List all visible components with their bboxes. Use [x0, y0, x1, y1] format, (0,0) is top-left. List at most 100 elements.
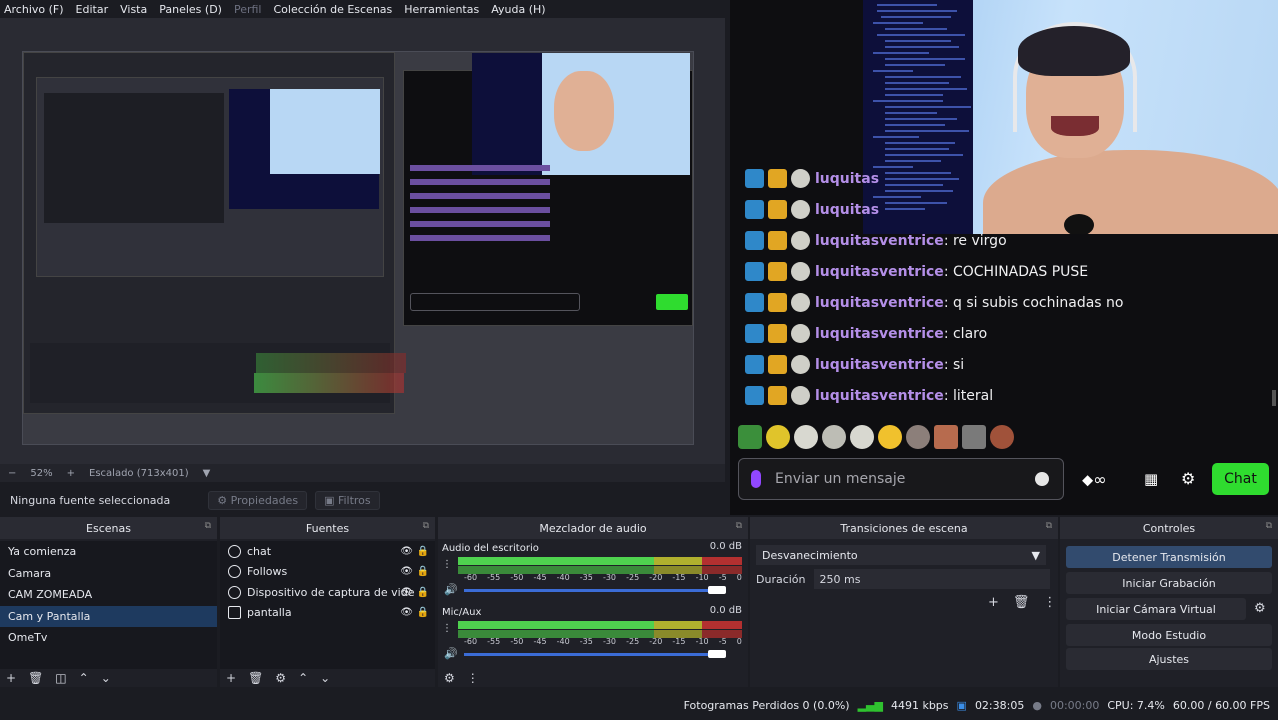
preview-canvas[interactable]: [22, 51, 694, 445]
chat-username[interactable]: luquitasventrice: [815, 388, 944, 404]
visibility-eye-icon[interactable]: 👁: [400, 566, 413, 577]
emote-icon[interactable]: [990, 425, 1014, 449]
zoom-level[interactable]: 52%: [30, 468, 52, 479]
add-transition-icon[interactable]: +: [988, 595, 999, 610]
remove-scene-icon[interactable]: 🗑: [28, 671, 43, 685]
menu-herramientas[interactable]: Herramientas: [404, 3, 479, 16]
move-down-icon[interactable]: ⌄: [101, 671, 111, 685]
menu-archivo[interactable]: Archivo (F): [4, 3, 64, 16]
mixer-settings-icon[interactable]: ⚙: [444, 671, 455, 685]
source-item[interactable]: Follows 👁 🔒: [220, 562, 435, 583]
settings-button[interactable]: Ajustes: [1066, 648, 1272, 670]
properties-button[interactable]: ⚙ Propiedades: [208, 490, 308, 510]
source-item[interactable]: pantalla 👁 🔒: [220, 603, 435, 624]
remove-transition-icon[interactable]: 🗑: [1013, 595, 1030, 610]
chat-username[interactable]: luquitasventrice: [815, 326, 944, 342]
signal-strength-icon: ▂▄▆: [857, 698, 883, 712]
chat-settings-icon[interactable]: ⚙: [1181, 469, 1195, 488]
menu-editar[interactable]: Editar: [76, 3, 109, 16]
studio-mode-button[interactable]: Modo Estudio: [1066, 624, 1272, 646]
menu-perfil[interactable]: Perfil: [234, 3, 262, 16]
visibility-eye-icon[interactable]: 👁: [400, 546, 413, 557]
crown-badge-icon: [768, 200, 787, 219]
menu-ayuda[interactable]: Ayuda (H): [491, 3, 545, 16]
scale-tick: 0: [736, 573, 742, 582]
remove-source-icon[interactable]: 🗑: [248, 671, 263, 685]
add-scene-icon[interactable]: +: [6, 671, 16, 685]
move-up-icon[interactable]: ⌃: [298, 671, 308, 685]
emote-icon[interactable]: [906, 425, 930, 449]
dock-undock-icon[interactable]: ⧉: [423, 521, 429, 531]
scene-item[interactable]: CAM ZOMEADA: [0, 584, 217, 606]
chat-message: luquitasventrice : si: [745, 355, 964, 374]
chat-username[interactable]: luquitas: [815, 171, 879, 187]
volume-fader[interactable]: [464, 650, 726, 658]
scale-dropdown-icon[interactable]: ▼: [203, 468, 211, 479]
chat-username[interactable]: luquitasventrice: [815, 357, 944, 373]
emote-icon[interactable]: [794, 425, 818, 449]
dock-undock-icon[interactable]: ⧉: [205, 521, 211, 531]
zoom-in-button[interactable]: +: [67, 468, 75, 479]
emote-icon[interactable]: [766, 425, 790, 449]
speaker-icon[interactable]: 🔊: [444, 647, 458, 660]
emote-icon[interactable]: [934, 425, 958, 449]
scene-item[interactable]: OmeTv: [0, 627, 217, 649]
scene-item[interactable]: Ya comienza: [0, 541, 217, 563]
dock-undock-icon[interactable]: ⧉: [1266, 521, 1272, 531]
stop-stream-button[interactable]: Detener Transmisión: [1066, 546, 1272, 568]
transition-menu-icon[interactable]: ⋮: [1043, 595, 1056, 610]
chat-username[interactable]: luquitasventrice: [815, 233, 944, 249]
filters-button[interactable]: ▣ Filtros: [315, 490, 380, 510]
move-up-icon[interactable]: ⌃: [79, 671, 89, 685]
scene-item-selected[interactable]: Cam y Pantalla: [0, 605, 217, 627]
start-recording-button[interactable]: Iniciar Grabación: [1066, 572, 1272, 594]
fader-knob[interactable]: [708, 586, 726, 594]
start-virtual-camera-button[interactable]: Iniciar Cámara Virtual: [1066, 598, 1246, 620]
emote-icon[interactable]: [738, 425, 762, 449]
emote-icon[interactable]: [850, 425, 874, 449]
chat-scrollbar[interactable]: [1272, 390, 1276, 406]
duration-input[interactable]: 250 ms: [813, 569, 1050, 589]
chat-send-button[interactable]: Chat: [1212, 463, 1269, 495]
dock-undock-icon[interactable]: ⧉: [1046, 521, 1052, 531]
lock-icon[interactable]: 🔒: [417, 546, 429, 557]
emote-icon[interactable]: [878, 425, 902, 449]
mixer-menu-icon[interactable]: ⋮: [467, 671, 479, 685]
chat-username[interactable]: luquitasventrice: [815, 295, 944, 311]
chat-username[interactable]: luquitas: [815, 202, 879, 218]
preview-area[interactable]: [0, 18, 725, 464]
emoji-icon[interactable]: [1035, 472, 1049, 486]
lock-icon[interactable]: 🔒: [417, 607, 429, 618]
chat-username[interactable]: luquitasventrice: [815, 264, 944, 280]
source-item[interactable]: chat 👁 🔒: [220, 541, 435, 562]
visibility-eye-icon[interactable]: 👁: [400, 587, 413, 598]
menu-coleccion-escenas[interactable]: Colección de Escenas: [274, 3, 393, 16]
lock-icon[interactable]: 🔒: [417, 587, 429, 598]
scene-filter-icon[interactable]: ◫: [55, 671, 66, 685]
menu-paneles[interactable]: Paneles (D): [159, 3, 222, 16]
mic-icon[interactable]: [751, 470, 761, 488]
virtual-camera-settings-icon[interactable]: ⚙: [1254, 601, 1266, 616]
moderator-badge-icon: [745, 324, 764, 343]
emote-icon[interactable]: [822, 425, 846, 449]
bits-icon[interactable]: ⬥∞: [1082, 470, 1107, 490]
move-down-icon[interactable]: ⌄: [320, 671, 330, 685]
zoom-out-button[interactable]: −: [8, 468, 16, 479]
menu-vista[interactable]: Vista: [120, 3, 147, 16]
store-icon[interactable]: ▦: [1144, 470, 1158, 488]
chat-input[interactable]: Enviar un mensaje: [738, 458, 1064, 500]
volume-fader[interactable]: [464, 586, 726, 594]
channel-menu-icon[interactable]: ⋮: [442, 623, 452, 634]
emote-icon[interactable]: [962, 425, 986, 449]
speaker-icon[interactable]: 🔊: [444, 583, 458, 596]
scene-item[interactable]: Camara: [0, 563, 217, 585]
fader-knob[interactable]: [708, 650, 726, 658]
source-settings-icon[interactable]: ⚙: [275, 671, 286, 685]
lock-icon[interactable]: 🔒: [417, 566, 429, 577]
transition-select[interactable]: Desvanecimiento ▼: [756, 545, 1046, 565]
channel-menu-icon[interactable]: ⋮: [442, 559, 452, 570]
add-source-icon[interactable]: +: [226, 671, 236, 685]
source-item[interactable]: Dispositivo de captura de vide 👁 🔒: [220, 582, 435, 603]
visibility-eye-icon[interactable]: 👁: [400, 607, 413, 618]
dock-undock-icon[interactable]: ⧉: [736, 521, 742, 531]
